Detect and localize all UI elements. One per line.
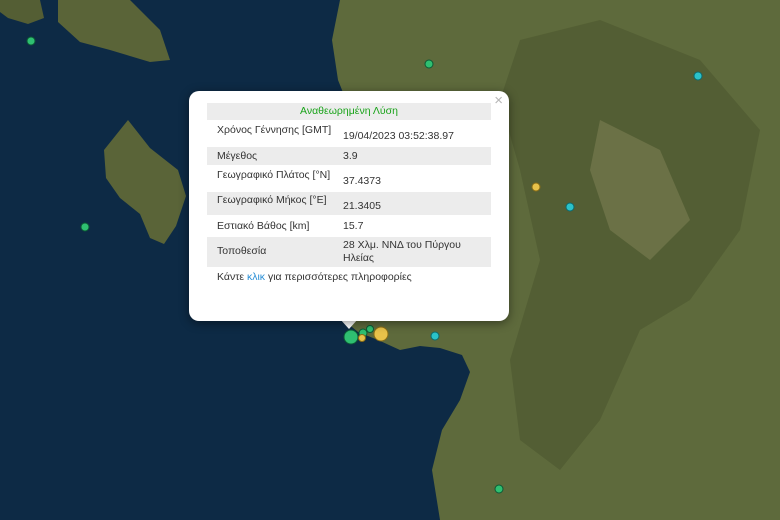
value-depth: 15.7 bbox=[343, 220, 364, 232]
row-latitude: Γεωγραφικό Πλάτος [°N] 37.4373 bbox=[207, 167, 491, 190]
value-location: 28 Χλμ. ΝΝΔ του Πύργου Ηλείας bbox=[343, 239, 461, 264]
quake-marker[interactable] bbox=[26, 36, 36, 46]
quake-marker[interactable] bbox=[424, 59, 434, 69]
popup-title: Αναθεωρημένη Λύση bbox=[207, 103, 491, 120]
popup-content: Αναθεωρημένη Λύση Χρόνος Γέννησης [GMT] … bbox=[207, 103, 491, 284]
label-origin-time: Χρόνος Γέννησης [GMT] bbox=[217, 124, 332, 136]
quake-marker[interactable] bbox=[358, 334, 366, 342]
close-icon[interactable]: × bbox=[494, 93, 503, 109]
earthquake-info-popup: × Αναθεωρημένη Λύση Χρόνος Γέννησης [GMT… bbox=[189, 91, 509, 321]
value-magnitude: 3.9 bbox=[343, 150, 358, 162]
quake-marker[interactable] bbox=[565, 202, 575, 212]
value-origin-time: 19/04/2023 03:52:38.97 bbox=[343, 130, 454, 142]
row-location: Τοποθεσία 28 Χλμ. ΝΝΔ του Πύργου Ηλείας bbox=[207, 237, 491, 267]
more-info-prefix: Κάντε bbox=[217, 271, 245, 283]
label-depth: Εστιακό Βάθος [km] bbox=[217, 220, 310, 232]
quake-marker[interactable] bbox=[366, 325, 374, 333]
row-origin-time: Χρόνος Γέννησης [GMT] 19/04/2023 03:52:3… bbox=[207, 122, 491, 145]
row-depth: Εστιακό Βάθος [km] 15.7 bbox=[207, 217, 491, 235]
label-latitude: Γεωγραφικό Πλάτος [°N] bbox=[217, 169, 331, 181]
quake-marker[interactable] bbox=[430, 331, 440, 341]
more-info-suffix: για περισσότερες πληροφορίες bbox=[267, 271, 412, 283]
row-magnitude: Μέγεθος 3.9 bbox=[207, 147, 491, 165]
more-info-link[interactable]: κλικ bbox=[247, 271, 265, 283]
more-info-line: Κάντε κλικ για περισσότερες πληροφορίες bbox=[207, 271, 491, 284]
label-location: Τοποθεσία bbox=[217, 245, 267, 257]
quake-marker[interactable] bbox=[494, 484, 504, 494]
quake-marker[interactable] bbox=[80, 222, 90, 232]
quake-marker[interactable] bbox=[693, 71, 703, 81]
quake-marker-selected[interactable] bbox=[343, 329, 359, 345]
label-longitude: Γεωγραφικό Μήκος [°E] bbox=[217, 194, 327, 206]
quake-marker[interactable] bbox=[373, 326, 389, 342]
row-longitude: Γεωγραφικό Μήκος [°E] 21.3405 bbox=[207, 192, 491, 215]
quake-marker[interactable] bbox=[531, 182, 541, 192]
label-magnitude: Μέγεθος bbox=[217, 150, 258, 162]
value-longitude: 21.3405 bbox=[343, 200, 381, 212]
value-latitude: 37.4373 bbox=[343, 175, 381, 187]
